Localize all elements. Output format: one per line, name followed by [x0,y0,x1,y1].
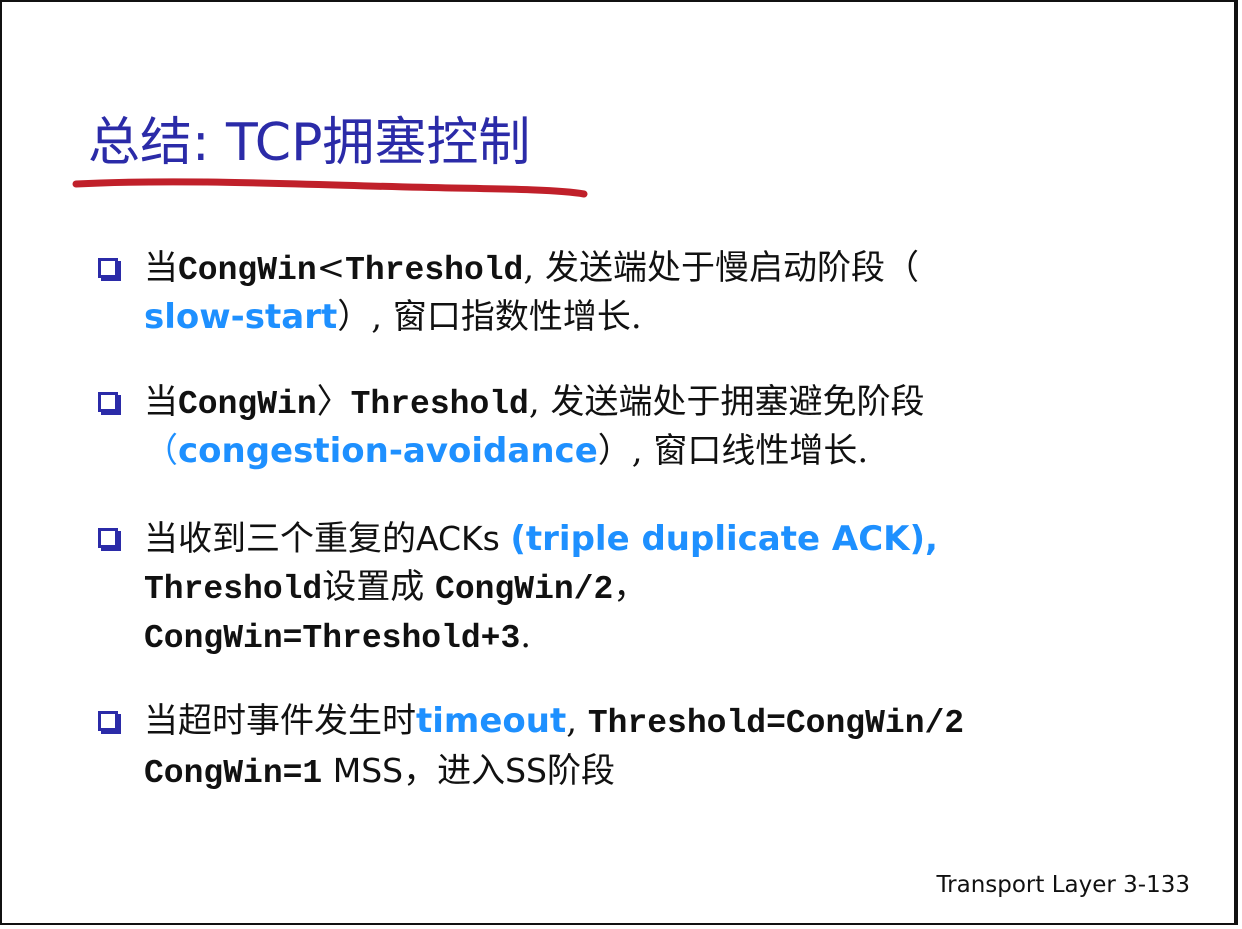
text: 〉 [316,382,351,422]
bullet-line: 当CongWin〉Threshold, 发送端处于拥塞避免阶段 [144,378,924,427]
code-text: CongWin [178,252,317,289]
text: MSS [322,751,404,790]
text: （ [144,431,178,471]
text: ， [613,567,648,607]
text: 当超时事件发生时 [144,701,416,741]
bullet-line: Threshold设置成 CongWin/2， [144,563,938,612]
text: ，进入 [403,751,506,791]
bullet-text: 当CongWin<Threshold, 发送端处于慢启动阶段（ slow-sta… [144,244,919,342]
bullet-text: 当超时事件发生时timeout, Threshold=CongWin/2 Con… [144,697,964,795]
bullet-square-icon [98,258,118,278]
text: ACKs [416,519,511,558]
bullet-line: CongWin=Threshold+3. [144,612,938,661]
text: , 发送端处于拥塞避免阶段 [528,382,925,422]
bullet-line: slow-start）, 窗口指数性增长. [144,293,919,342]
code-text: CongWin [178,386,317,423]
code-text: Threshold [350,386,529,423]
text: ）, 窗口指数性增长. [337,297,642,337]
text: , 发送端处于慢启动阶段（ [523,248,919,288]
text: 阶段 [547,751,615,791]
text: , [566,701,588,741]
bullet-line: 当收到三个重复的ACKs (triple duplicate ACK), [144,514,938,563]
text: 设置成 [322,567,436,607]
bullet-text: 当收到三个重复的ACKs (triple duplicate ACK), Thr… [144,514,938,661]
code-text: Threshold=CongWin/2 [587,705,965,742]
bullet-line: 当超时事件发生时timeout, Threshold=CongWin/2 [144,697,964,746]
term-text: (triple duplicate ACK), [510,519,938,559]
bullet-text: 当CongWin〉Threshold, 发送端处于拥塞避免阶段 （congest… [144,378,924,476]
text: 当 [144,248,178,288]
title-underline [72,178,588,198]
text: 当收到三个重复的 [144,519,416,559]
slide-title: 总结: TCP拥塞控制 [88,113,531,173]
text: . [520,616,532,656]
code-text: CongWin=Threshold+3 [144,620,521,657]
text: ）, 窗口线性增长. [597,431,869,471]
code-text: CongWin/2 [435,571,614,608]
bullet-square-icon [98,711,118,731]
bullet-line: （congestion-avoidance）, 窗口线性增长. [144,427,924,476]
text: SS [505,751,547,790]
bullet-square-icon [98,528,118,548]
text: 当 [144,382,178,422]
bullet-line: CongWin=1 MSS，进入SS阶段 [144,746,964,795]
text: < [316,248,346,288]
term-text: timeout [416,701,567,741]
bullet-line: 当CongWin<Threshold, 发送端处于慢启动阶段（ [144,244,919,293]
slide-footer: Transport Layer 3-133 [936,872,1190,898]
code-text: Threshold [345,252,524,289]
code-text: Threshold [144,571,323,608]
bullet-square-icon [98,392,118,412]
term-text: congestion-avoidance [178,431,598,471]
term-text: slow-start [144,297,338,337]
code-text: CongWin=1 [144,755,323,792]
